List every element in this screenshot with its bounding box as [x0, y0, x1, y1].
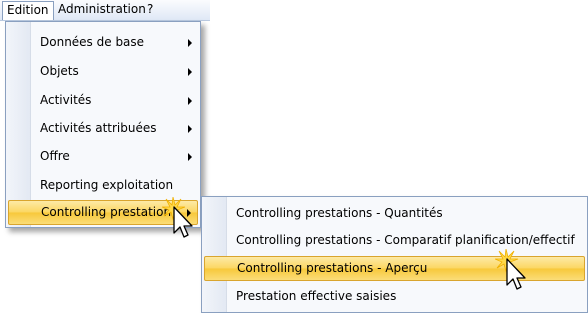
chevron-right-icon — [188, 39, 192, 47]
menu-edition[interactable]: Edition — [2, 1, 54, 20]
arrow-cursor-icon — [495, 249, 526, 290]
chevron-right-icon — [188, 153, 192, 161]
menu-item-label: Reporting exploitation — [40, 178, 174, 192]
menu-item-reporting-exploitation[interactable]: Reporting exploitation — [8, 173, 198, 198]
chevron-right-icon — [188, 68, 192, 76]
menu-item-offre[interactable]: Offre — [8, 144, 198, 169]
controlling-prestations-submenu: Controlling prestations - Quantités Cont… — [201, 196, 588, 313]
menu-item-objets[interactable]: Objets — [8, 59, 198, 84]
chevron-right-icon — [188, 125, 192, 133]
menu-item-label: Objets — [40, 64, 79, 78]
menu-administration[interactable]: Administration — [53, 1, 151, 18]
menu-item-label: Controlling prestations - Quantités — [236, 206, 443, 220]
menu-item-activites[interactable]: Activités — [8, 88, 198, 113]
submenu-item-quantites[interactable]: Controlling prestations - Quantités — [204, 201, 585, 226]
arrow-cursor-icon — [162, 197, 193, 238]
menu-item-donnees-de-base[interactable]: Données de base — [8, 30, 198, 55]
menu-item-activites-attribuees[interactable]: Activités attribuées — [8, 116, 198, 141]
chevron-right-icon — [188, 97, 192, 105]
menu-bar: Edition Administration ? — [0, 0, 210, 21]
menu-item-label: Controlling prestations — [41, 205, 178, 219]
menu-item-label: Activités attribuées — [40, 121, 157, 135]
menu-item-label: Activités — [40, 93, 92, 107]
menu-item-label: Controlling prestations - Aperçu — [237, 261, 428, 275]
menu-help[interactable]: ? — [142, 1, 158, 18]
menu-item-label: Prestation effective saisies — [236, 289, 397, 303]
menu-item-label: Offre — [40, 149, 70, 163]
menu-item-label: Controlling prestations - Comparatif pla… — [236, 233, 575, 247]
menu-item-label: Données de base — [40, 35, 145, 49]
